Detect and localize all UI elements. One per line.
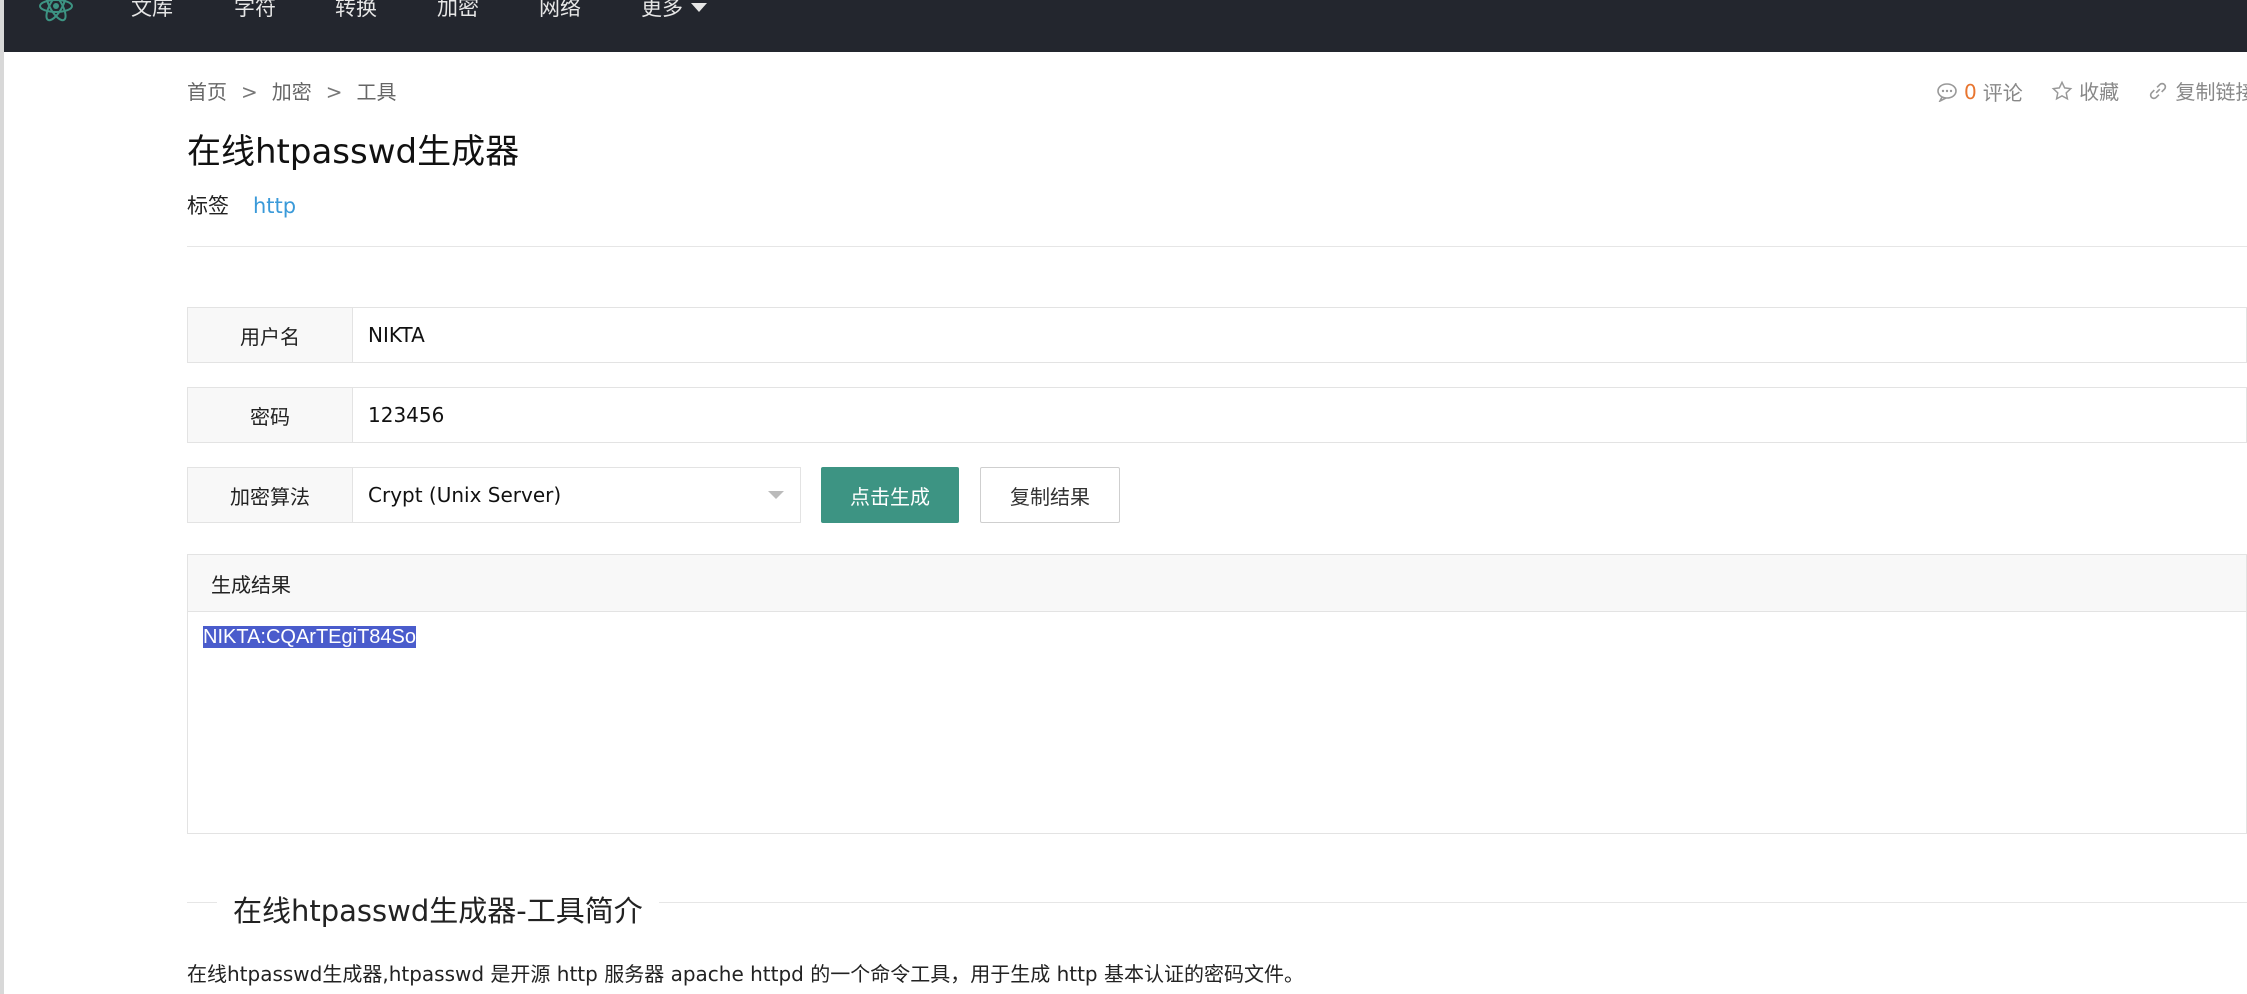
- tag-link[interactable]: http: [253, 194, 296, 218]
- result-text[interactable]: NIKTA:CQArTEgiT84So: [203, 626, 417, 648]
- copy-result-button[interactable]: 复制结果: [980, 467, 1120, 523]
- caret-down-icon: [691, 3, 707, 12]
- result-output[interactable]: NIKTA:CQArTEgiT84So: [188, 612, 2246, 661]
- password-input[interactable]: 123456: [368, 388, 444, 442]
- nav-more-label: 更多: [641, 0, 683, 20]
- nav-item-more[interactable]: 更多: [641, 0, 707, 20]
- comment-count: 0: [1964, 79, 1977, 104]
- intro-heading: 在线htpasswd生成器-工具简介: [217, 888, 659, 930]
- nav-item-convert[interactable]: 转换: [335, 0, 377, 20]
- chevron-down-icon[interactable]: [768, 491, 784, 499]
- generate-button[interactable]: 点击生成: [821, 467, 959, 523]
- nav-item-network[interactable]: 网络: [539, 0, 581, 20]
- username-row: 用户名 NIKTA: [187, 307, 2247, 363]
- password-label: 密码: [188, 388, 353, 442]
- copy-link-action[interactable]: 复制链接: [2147, 76, 2247, 105]
- breadcrumb: 首页 > 加密 > 工具: [187, 76, 397, 105]
- page-actions: 0 评论 收藏 复制链接: [1936, 76, 2247, 107]
- comment-icon: [1937, 82, 1957, 102]
- nav-item-library[interactable]: 文库: [131, 0, 173, 20]
- favorite-label: 收藏: [2079, 80, 2120, 104]
- link-icon: [2150, 82, 2167, 99]
- window-edge: [0, 0, 4, 994]
- username-label: 用户名: [188, 308, 353, 362]
- result-header: 生成结果: [188, 555, 2246, 612]
- intro-section: 在线htpasswd生成器-工具简介: [187, 888, 2247, 930]
- intro-text: 在线htpasswd生成器,htpasswd 是开源 http 服务器 apac…: [187, 962, 1304, 986]
- breadcrumb-home[interactable]: 首页: [187, 76, 227, 105]
- algorithm-row: 加密算法 Crypt (Unix Server): [187, 467, 801, 523]
- username-input[interactable]: NIKTA: [368, 308, 425, 362]
- nav-item-encrypt[interactable]: 加密: [437, 0, 479, 20]
- favorite-action[interactable]: 收藏: [2051, 76, 2119, 105]
- algorithm-label: 加密算法: [188, 468, 353, 522]
- page-title: 在线htpasswd生成器: [187, 132, 520, 172]
- atom-logo-icon[interactable]: [36, 0, 76, 26]
- breadcrumb-encrypt[interactable]: 加密: [272, 76, 312, 105]
- algorithm-select[interactable]: Crypt (Unix Server): [368, 468, 561, 522]
- result-panel: 生成结果 NIKTA:CQArTEgiT84So: [187, 554, 2247, 834]
- comment-label: 评论: [1982, 81, 2023, 105]
- breadcrumb-tools: 工具: [356, 80, 397, 104]
- comment-action[interactable]: 0 评论: [1936, 77, 2023, 106]
- tags-row: 标签 http: [187, 190, 296, 220]
- top-navbar: 文库 字符 转换 加密 网络 更多: [4, 0, 2247, 52]
- copy-link-label: 复制链接: [2175, 80, 2247, 104]
- nav-item-string[interactable]: 字符: [234, 0, 276, 20]
- password-row: 密码 123456: [187, 387, 2247, 443]
- breadcrumb-separator: >: [325, 80, 343, 104]
- divider: [187, 246, 2247, 247]
- tags-label: 标签: [187, 194, 229, 218]
- star-icon: [2051, 80, 2073, 100]
- breadcrumb-separator: >: [241, 80, 258, 104]
